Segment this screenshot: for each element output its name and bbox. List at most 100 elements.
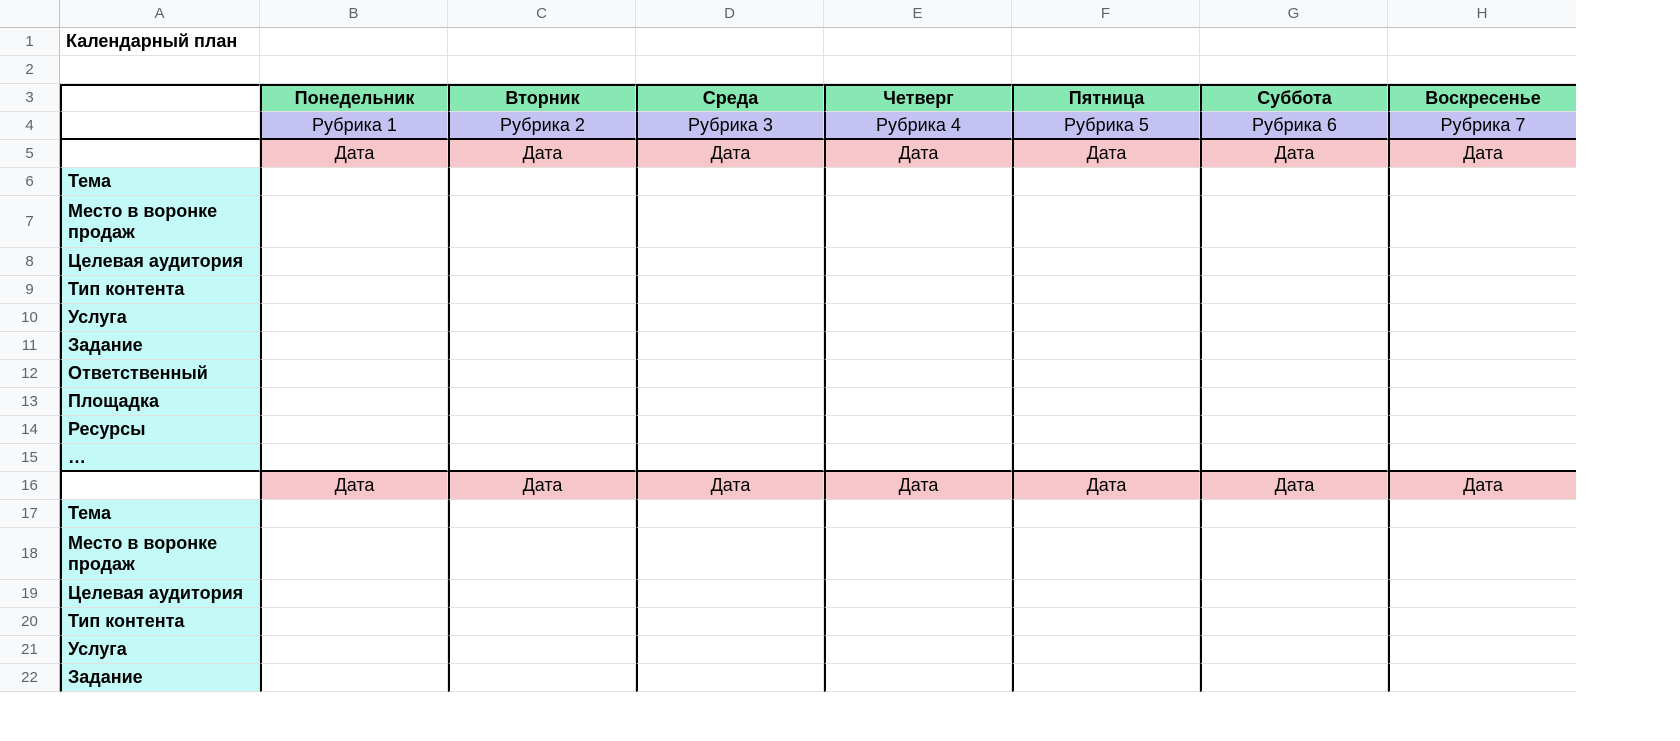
cell-E10[interactable]: [824, 304, 1012, 332]
cell-D5-date[interactable]: Дата: [636, 140, 824, 168]
row-header-5[interactable]: 5: [0, 140, 60, 168]
cell-B4-rubric[interactable]: Рубрика 1: [260, 112, 448, 140]
cell-F20[interactable]: [1012, 608, 1200, 636]
cell-G22[interactable]: [1200, 664, 1388, 692]
cell-H12[interactable]: [1388, 360, 1576, 388]
col-header-B[interactable]: B: [260, 0, 448, 28]
col-header-H[interactable]: H: [1388, 0, 1576, 28]
cell-F12[interactable]: [1012, 360, 1200, 388]
cell-H5-date[interactable]: Дата: [1388, 140, 1576, 168]
cell-F15[interactable]: [1012, 444, 1200, 472]
cell-B22[interactable]: [260, 664, 448, 692]
cell-A7-label[interactable]: Место в воронке продаж: [60, 196, 260, 248]
row-header-17[interactable]: 17: [0, 500, 60, 528]
cell-B18[interactable]: [260, 528, 448, 580]
cell-B13[interactable]: [260, 388, 448, 416]
row-header-15[interactable]: 15: [0, 444, 60, 472]
cell-H13[interactable]: [1388, 388, 1576, 416]
cell-B5-date[interactable]: Дата: [260, 140, 448, 168]
cell-G20[interactable]: [1200, 608, 1388, 636]
cell-A16[interactable]: [60, 472, 260, 500]
cell-F2[interactable]: [1012, 56, 1200, 84]
cell-E18[interactable]: [824, 528, 1012, 580]
cell-B16-date[interactable]: Дата: [260, 472, 448, 500]
cell-A2[interactable]: [60, 56, 260, 84]
cell-F11[interactable]: [1012, 332, 1200, 360]
cell-B7[interactable]: [260, 196, 448, 248]
row-header-18[interactable]: 18: [0, 528, 60, 580]
row-header-9[interactable]: 9: [0, 276, 60, 304]
cell-F5-date[interactable]: Дата: [1012, 140, 1200, 168]
row-header-10[interactable]: 10: [0, 304, 60, 332]
cell-E14[interactable]: [824, 416, 1012, 444]
cell-B20[interactable]: [260, 608, 448, 636]
cell-D18[interactable]: [636, 528, 824, 580]
cell-G1[interactable]: [1200, 28, 1388, 56]
cell-D2[interactable]: [636, 56, 824, 84]
cell-E6[interactable]: [824, 168, 1012, 196]
col-header-C[interactable]: C: [448, 0, 636, 28]
row-header-2[interactable]: 2: [0, 56, 60, 84]
cell-H20[interactable]: [1388, 608, 1576, 636]
cell-E20[interactable]: [824, 608, 1012, 636]
cell-G12[interactable]: [1200, 360, 1388, 388]
cell-D8[interactable]: [636, 248, 824, 276]
cell-D16-date[interactable]: Дата: [636, 472, 824, 500]
row-header-7[interactable]: 7: [0, 196, 60, 248]
cell-C19[interactable]: [448, 580, 636, 608]
cell-G9[interactable]: [1200, 276, 1388, 304]
cell-F17[interactable]: [1012, 500, 1200, 528]
cell-H3-day[interactable]: Воскресенье: [1388, 84, 1576, 112]
cell-C20[interactable]: [448, 608, 636, 636]
cell-B17[interactable]: [260, 500, 448, 528]
cell-G17[interactable]: [1200, 500, 1388, 528]
cell-F7[interactable]: [1012, 196, 1200, 248]
cell-B19[interactable]: [260, 580, 448, 608]
row-header-11[interactable]: 11: [0, 332, 60, 360]
cell-H8[interactable]: [1388, 248, 1576, 276]
cell-E19[interactable]: [824, 580, 1012, 608]
cell-E2[interactable]: [824, 56, 1012, 84]
cell-E16-date[interactable]: Дата: [824, 472, 1012, 500]
cell-G11[interactable]: [1200, 332, 1388, 360]
cell-D1[interactable]: [636, 28, 824, 56]
cell-A3[interactable]: [60, 84, 260, 112]
cell-A20-label[interactable]: Тип контента: [60, 608, 260, 636]
cell-F13[interactable]: [1012, 388, 1200, 416]
cell-D11[interactable]: [636, 332, 824, 360]
cell-F9[interactable]: [1012, 276, 1200, 304]
cell-B12[interactable]: [260, 360, 448, 388]
cell-D22[interactable]: [636, 664, 824, 692]
cell-C21[interactable]: [448, 636, 636, 664]
cell-G5-date[interactable]: Дата: [1200, 140, 1388, 168]
cell-H1[interactable]: [1388, 28, 1576, 56]
row-header-1[interactable]: 1: [0, 28, 60, 56]
cell-D3-day[interactable]: Среда: [636, 84, 824, 112]
cell-B11[interactable]: [260, 332, 448, 360]
cell-C15[interactable]: [448, 444, 636, 472]
cell-E21[interactable]: [824, 636, 1012, 664]
cell-F22[interactable]: [1012, 664, 1200, 692]
cell-E22[interactable]: [824, 664, 1012, 692]
row-header-4[interactable]: 4: [0, 112, 60, 140]
cell-G14[interactable]: [1200, 416, 1388, 444]
cell-B9[interactable]: [260, 276, 448, 304]
cell-D7[interactable]: [636, 196, 824, 248]
cell-B8[interactable]: [260, 248, 448, 276]
cell-C22[interactable]: [448, 664, 636, 692]
cell-D17[interactable]: [636, 500, 824, 528]
col-header-E[interactable]: E: [824, 0, 1012, 28]
cell-F21[interactable]: [1012, 636, 1200, 664]
cell-G2[interactable]: [1200, 56, 1388, 84]
cell-A5[interactable]: [60, 140, 260, 168]
cell-D6[interactable]: [636, 168, 824, 196]
cell-C2[interactable]: [448, 56, 636, 84]
cell-A19-label[interactable]: Целевая аудитория: [60, 580, 260, 608]
cell-G10[interactable]: [1200, 304, 1388, 332]
cell-H6[interactable]: [1388, 168, 1576, 196]
col-header-D[interactable]: D: [636, 0, 824, 28]
cell-D20[interactable]: [636, 608, 824, 636]
cell-F4-rubric[interactable]: Рубрика 5: [1012, 112, 1200, 140]
cell-F19[interactable]: [1012, 580, 1200, 608]
cell-E15[interactable]: [824, 444, 1012, 472]
